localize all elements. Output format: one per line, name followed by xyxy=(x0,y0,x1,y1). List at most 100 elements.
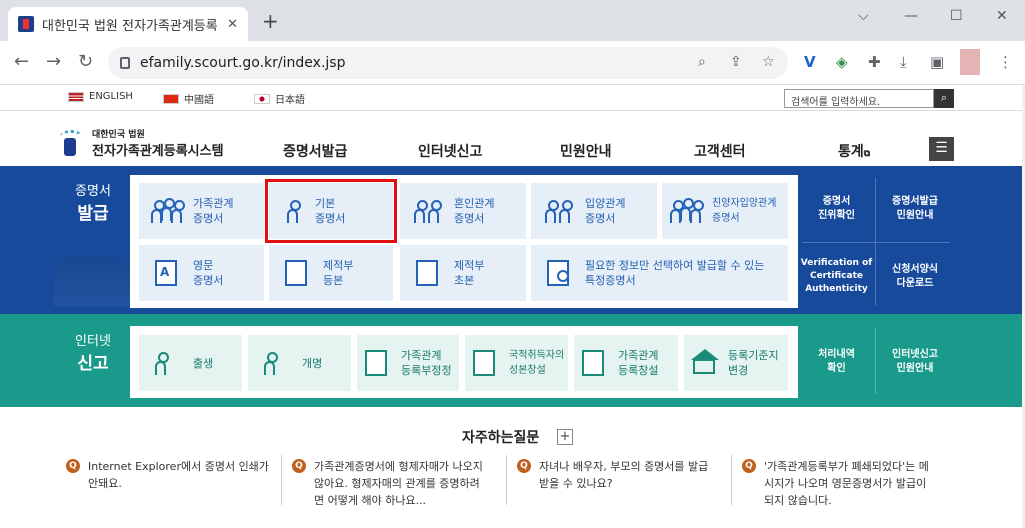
lang-english[interactable]: ENGLISH xyxy=(68,91,133,102)
card-basic-cert[interactable]: 기본 증명서 xyxy=(265,179,397,243)
card-label: 기본 xyxy=(315,197,336,210)
process-history-link[interactable]: 처리내역 확인 xyxy=(798,324,875,399)
menu-kebab-icon[interactable]: ⋮ xyxy=(998,53,1013,71)
profile-avatar[interactable] xyxy=(960,49,980,75)
family-icon xyxy=(668,196,704,226)
japan-flag-icon xyxy=(254,93,270,104)
issue-section-label: 증명서 발급 xyxy=(58,180,128,224)
card-family-relation-cert[interactable]: 가족관계 증명서 xyxy=(139,183,264,239)
card-base-address-change[interactable]: 등록기준지 변경 xyxy=(684,335,788,391)
faq-item-4[interactable]: Q '가족관계등록부가 폐쇄되었다'는 메 시지가 나오며 영문증명서가 발급이 되… xyxy=(742,458,957,509)
nav-internet-report[interactable]: 인터넷신고 xyxy=(418,141,482,161)
card-label-2: 증명서 xyxy=(585,212,616,225)
hamburger-menu-button[interactable]: ☰ xyxy=(929,137,954,161)
close-window-icon[interactable]: ✕ xyxy=(996,8,1008,24)
card-removed-register-extract[interactable]: 제적부 초본 xyxy=(400,245,526,301)
q-badge-icon: Q xyxy=(66,459,80,473)
side-label-2: 진위확인 xyxy=(818,209,855,221)
card-register-creation[interactable]: 가족관계 등록창설 xyxy=(574,335,678,391)
new-tab-button[interactable]: + xyxy=(262,11,279,31)
card-naturalized-surname[interactable]: 국적취득자의 성본창설 xyxy=(465,335,568,391)
lang-chinese[interactable]: 中國語 xyxy=(163,91,214,106)
report-label-line2: 신고 xyxy=(77,354,109,374)
tab-search-icon[interactable]: ⌵ xyxy=(858,8,869,24)
faq-more-button[interactable]: + xyxy=(557,429,573,445)
china-flag-icon xyxy=(163,93,179,104)
card-label-2: 등록창설 xyxy=(618,364,659,377)
card-marriage-cert[interactable]: 혼인관계 증명서 xyxy=(400,183,526,239)
faq-text-3: 면 어떻게 해야 하나요... xyxy=(314,494,427,507)
register-doc-icon xyxy=(410,258,446,288)
card-birth-report[interactable]: 출생 xyxy=(139,335,242,391)
nav-certificate-issue[interactable]: 증명서발급 xyxy=(283,141,347,161)
bookmark-star-icon[interactable]: ☆ xyxy=(762,54,775,70)
share-icon[interactable]: ⇪ xyxy=(730,54,742,70)
tab-title: 대한민국 법원 전자가족관계등록 xyxy=(42,18,218,34)
side-panel-icon[interactable]: ▣ xyxy=(930,53,944,71)
card-specific-cert[interactable]: 필요한 정보만 선택하여 발급할 수 있는 특정증명서 xyxy=(531,245,788,301)
faq-item-3[interactable]: Q 자녀나 배우자, 부모의 증명서를 발급 받을 수 있나요? xyxy=(517,458,732,492)
search-icon: ⌕ xyxy=(940,91,948,104)
side-label-2: 다운로드 xyxy=(896,277,934,289)
reload-icon[interactable]: ↻ xyxy=(78,52,93,72)
faq-item-1[interactable]: Q Internet Explorer에서 증명서 인쇄가 안돼요. xyxy=(66,458,281,492)
us-flag-icon xyxy=(68,91,84,102)
faq-divider xyxy=(281,455,282,505)
verification-english-link[interactable]: Verification of Certificate Authenticity xyxy=(798,243,875,310)
form-download-link[interactable]: 신청서양식다운로드 xyxy=(876,243,954,310)
side-label-2: 민원안내 xyxy=(896,362,934,374)
faq-divider xyxy=(731,455,732,505)
card-label: 친양자입양관계 xyxy=(712,198,777,209)
side-label-2: Certificate xyxy=(809,271,863,281)
card-register-correction[interactable]: 가족관계 등록부정정 xyxy=(357,335,459,391)
close-tab-icon[interactable]: ✕ xyxy=(227,17,238,32)
site-logo[interactable]: 대한민국 법원 전자가족관계등록시스템 xyxy=(56,127,224,159)
q-badge-icon: Q xyxy=(517,459,531,473)
nav-civil-guide[interactable]: 민원안내 xyxy=(560,141,612,161)
faq-text: '가족관계등록부가 폐쇄되었다'는 메 xyxy=(764,460,929,473)
card-adoption-cert[interactable]: 입양관계 증명서 xyxy=(531,183,657,239)
side-divider-h xyxy=(802,242,950,243)
faq-text-2: 시지가 나오며 영문증명서가 발급이 xyxy=(764,477,927,490)
download-icon[interactable]: ⤓ xyxy=(900,53,907,71)
lang-english-label: ENGLISH xyxy=(89,91,133,102)
maximize-icon[interactable]: ☐ xyxy=(950,8,963,24)
card-english-cert[interactable]: A 영문 증명서 xyxy=(139,245,264,301)
card-label: 개명 xyxy=(302,356,323,370)
issue-label-line1: 증명서 xyxy=(75,184,111,199)
nav-customer-center[interactable]: 고객센터 xyxy=(694,141,746,161)
url-text: efamily.scourt.go.kr/index.jsp xyxy=(140,55,346,71)
extension-v-icon[interactable]: V xyxy=(804,53,816,71)
extensions-puzzle-icon[interactable]: ✚ xyxy=(868,53,881,71)
side-label-3: Authenticity xyxy=(805,284,868,294)
issue-guide-link[interactable]: 증명서발급 민원안내 xyxy=(876,175,954,242)
language-bar: ENGLISH 中國語 日本語 검색어를 입력하세요. ⌕ xyxy=(0,85,1025,111)
search-input[interactable]: 검색어를 입력하세요. xyxy=(784,89,934,108)
report-guide-link[interactable]: 인터넷신고 민원안내 xyxy=(876,324,954,399)
faq-item-2[interactable]: Q 가족관계증명서에 형제자매가 나오지 않아요. 형제자매의 관계를 증명하려 면… xyxy=(292,458,507,509)
card-label-2: 증명서 xyxy=(454,212,485,225)
search-button[interactable]: ⌕ xyxy=(934,89,954,108)
lang-japanese[interactable]: 日本語 xyxy=(254,91,305,106)
back-icon[interactable]: ← xyxy=(14,52,29,72)
omnibox[interactable]: efamily.scourt.go.kr/index.jsp ⌕ ⇪ ☆ xyxy=(108,47,788,79)
adoption-icon xyxy=(541,196,577,226)
side-label: 신청서양식 xyxy=(892,263,938,275)
card-full-adoption-cert[interactable]: 친양자입양관계 증명서 xyxy=(662,183,788,239)
extension-app-icon[interactable]: ◈ xyxy=(836,53,848,71)
forward-icon[interactable]: → xyxy=(46,52,61,72)
browser-tab[interactable]: 대한민국 법원 전자가족관계등록 ✕ xyxy=(8,7,248,41)
minimize-icon[interactable]: — xyxy=(904,8,918,24)
correction-doc-icon xyxy=(363,348,393,378)
verify-cert-link[interactable]: 증명서 진위확인 xyxy=(798,175,875,242)
lock-icon xyxy=(120,57,130,69)
report-section-label: 인터넷 신고 xyxy=(58,330,128,374)
family-icon xyxy=(149,196,185,226)
card-name-change-report[interactable]: 개명 xyxy=(248,335,351,391)
court-favicon-icon xyxy=(18,16,34,32)
nav-statistics[interactable]: 통계⧉ xyxy=(838,141,870,161)
id-card-icon xyxy=(471,348,501,378)
zoom-icon[interactable]: ⌕ xyxy=(698,54,706,70)
lang-japanese-label: 日本語 xyxy=(275,95,305,106)
card-removed-register-copy[interactable]: 제적부 등본 xyxy=(269,245,393,301)
